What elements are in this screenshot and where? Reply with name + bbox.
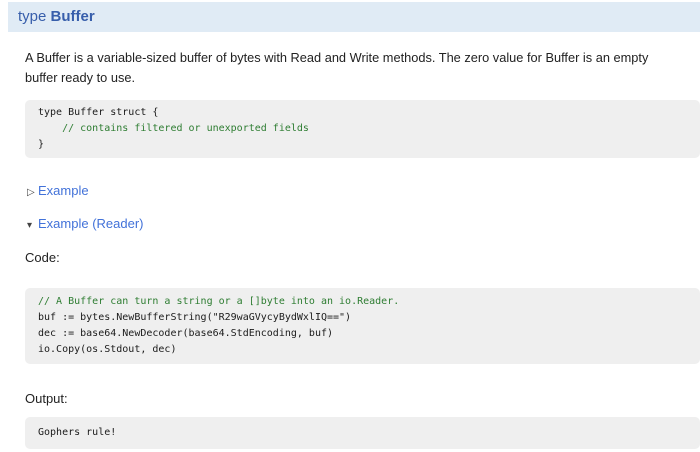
code-comment-line: // contains filtered or unexported field… [38,123,309,134]
code-line: dec := base64.NewDecoder(base64.StdEncod… [38,328,334,339]
type-description: A Buffer is a variable-sized buffer of b… [25,50,649,85]
code-line: io.Copy(os.Stdout, dec) [38,344,177,355]
type-name: Buffer [50,8,95,25]
example-toggle-expanded[interactable]: ▾ Example (Reader) [27,217,700,232]
triangle-right-icon: ▷ [27,187,35,198]
code-line: buf := bytes.NewBufferString("R29waGVycy… [38,312,352,323]
type-declaration-code: type Buffer struct { // contains filtere… [25,100,700,158]
code-label: Code: [25,250,60,265]
code-line: } [38,139,45,150]
example-reader-link-label: Example (Reader) [38,216,144,231]
code-line: type Buffer struct { [38,107,159,118]
triangle-down-icon: ▾ [27,220,33,231]
example-code-block: // A Buffer can turn a string or a []byt… [25,288,700,364]
output-text: Gophers rule! [38,427,117,438]
code-comment-line: // A Buffer can turn a string or a []byt… [38,296,400,307]
example-link-label: Example [38,183,89,198]
type-keyword: type [18,8,47,25]
output-label: Output: [25,391,68,406]
example-toggle-collapsed[interactable]: ▷ Example [27,184,700,199]
output-block: Gophers rule! [25,417,700,449]
type-heading-link[interactable]: type Buffer [18,8,95,25]
type-heading: type Buffer [8,2,700,32]
